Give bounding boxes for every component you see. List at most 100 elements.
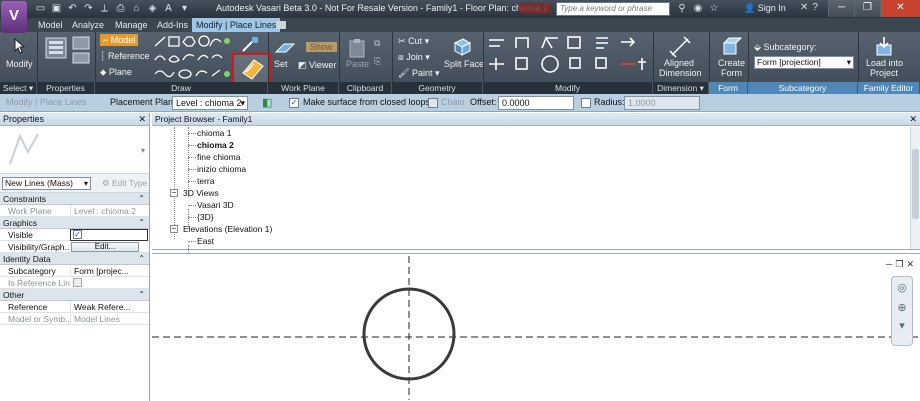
modify-button[interactable]: Modify <box>6 59 33 69</box>
draw-shapes-gallery[interactable] <box>152 34 236 80</box>
cut-button[interactable]: ✂ Cut ▾ <box>398 36 429 47</box>
tree-item-chioma-2[interactable]: chioma 2 <box>197 140 234 150</box>
binoculars-icon[interactable]: ⚲ <box>676 2 688 15</box>
create-form-icon[interactable] <box>720 35 742 57</box>
panel-select[interactable]: Select ▾ <box>0 82 37 94</box>
redo-icon[interactable]: ↷ <box>82 2 95 15</box>
property-row-subcategory: Subcategory Form [projec... <box>0 265 149 277</box>
offset-input[interactable]: 0.0000 <box>498 96 574 110</box>
tab-manage[interactable]: Manage <box>115 18 148 32</box>
viewer-button[interactable]: ◩ Viewer <box>298 60 336 71</box>
drawing-area[interactable]: ─ ❐ ✕ ◎ ⊕ ▾ <box>152 253 920 401</box>
close-icon[interactable]: ✕ <box>906 259 914 270</box>
search-input[interactable]: Type a keyword or phrase <box>556 2 670 16</box>
tree-item-vasari-3d[interactable]: Vasari 3D <box>197 200 234 210</box>
restore-icon[interactable]: ❐ <box>895 259 903 270</box>
family-types-icon[interactable] <box>72 52 90 64</box>
zoom-dropdown-icon[interactable]: ▾ <box>895 319 909 333</box>
tree-item-chioma-1[interactable]: chioma 1 <box>197 128 232 138</box>
tree-collapse-3d-views[interactable]: − <box>170 189 178 197</box>
tab-model[interactable]: Model <box>38 18 63 32</box>
subcategory-prop-value[interactable]: Form [projec... <box>70 265 148 277</box>
section-graphics[interactable]: Graphics ⌃ <box>0 217 149 229</box>
ribbon-minimize-button[interactable] <box>276 21 286 29</box>
tab-add-ins[interactable]: Add-Ins <box>157 18 188 32</box>
subscription-icon[interactable]: ◉ <box>692 2 704 15</box>
floor-plan-view[interactable] <box>152 254 920 401</box>
make-surface-checkbox[interactable]: ✓ <box>289 98 299 108</box>
minimize-icon[interactable]: ─ <box>886 259 892 270</box>
type-properties-icon[interactable] <box>72 36 90 50</box>
tab-analyze[interactable]: Analyze <box>72 18 104 32</box>
draw-model-line-button[interactable]: ⌐ Model <box>100 34 139 46</box>
save-icon[interactable]: ▣ <box>50 2 63 15</box>
properties-icon[interactable] <box>44 36 68 60</box>
undo-icon[interactable]: ↶ <box>66 2 79 15</box>
aligned-dimension-label-2[interactable]: Dimension <box>659 68 702 78</box>
exchange-icon[interactable]: ✕ <box>800 2 808 13</box>
visible-checkbox[interactable]: ✓ <box>73 230 82 239</box>
paint-button[interactable]: 🖌 Paint ▾ <box>398 68 440 79</box>
tree-item-inizio-chioma[interactable]: inizio chioma <box>197 164 246 174</box>
tree-item-elevations[interactable]: Elevations (Elevation 1) <box>183 224 272 234</box>
aligned-dimension-label-1[interactable]: Aligned <box>664 58 694 68</box>
application-menu-button[interactable]: V <box>1 1 27 33</box>
reference-value[interactable]: Weak Refere... <box>70 301 148 313</box>
viewer-label: Viewer <box>309 60 337 70</box>
steering-wheel-icon[interactable]: ◎ <box>895 281 909 295</box>
type-selector[interactable]: New Lines (Mass) <box>2 177 91 190</box>
close-icon[interactable]: ✕ <box>138 113 146 126</box>
draw-plane-button[interactable]: ⬥ Plane <box>100 67 132 78</box>
favorites-icon[interactable]: ☆ <box>708 2 720 15</box>
section-identity-label: Identity Data <box>3 254 51 264</box>
tree-item-fine-chioma[interactable]: fine chioma <box>197 152 240 162</box>
pick-lines-icon[interactable] <box>240 36 260 54</box>
tab-modify-place-lines[interactable]: Modify | Place Lines <box>192 18 281 32</box>
draw-reference-button[interactable]: ┊ Reference <box>100 51 149 62</box>
tree-collapse-elevations[interactable]: − <box>170 225 178 233</box>
split-face-label[interactable]: Split Face <box>444 59 484 69</box>
aligned-dimension-icon[interactable] <box>668 35 692 59</box>
sign-in-link[interactable]: 👤 Sign In <box>744 3 786 14</box>
set-button[interactable]: Set <box>274 59 288 69</box>
3d-view-icon[interactable]: ⌂ <box>130 2 143 15</box>
visibility-edit-button[interactable]: Edit... <box>71 242 139 252</box>
work-plane-viewer-icon[interactable]: ◧ <box>262 96 272 109</box>
section-constraints[interactable]: Constraints ⌃ <box>0 193 149 205</box>
minimize-icon[interactable]: ─ <box>828 0 854 17</box>
join-button[interactable]: ⧈ Join ▾ <box>398 52 430 63</box>
section-other[interactable]: Other ⌃ <box>0 289 149 301</box>
tree-item-3d[interactable]: {3D} <box>197 212 214 222</box>
panel-work-plane: Work Plane <box>268 82 339 94</box>
text-icon[interactable]: A <box>162 2 175 15</box>
pick-face-selected-highlight[interactable] <box>232 53 271 84</box>
placement-plane-dropdown[interactable]: Level : chioma 2 ▾ <box>172 96 248 110</box>
panel-dimension[interactable]: Dimension ▾ <box>653 82 709 94</box>
create-form-label-2[interactable]: Form <box>721 68 742 78</box>
section-identity-data[interactable]: Identity Data ⌃ <box>0 253 149 265</box>
open-icon[interactable]: ▭ <box>34 2 47 15</box>
load-into-project-icon[interactable] <box>873 35 895 57</box>
load-into-label-1[interactable]: Load into <box>866 58 903 68</box>
maximize-icon[interactable]: ❐ <box>854 0 880 17</box>
section-icon[interactable]: ◈ <box>146 2 159 15</box>
tree-item-east[interactable]: East <box>197 236 214 246</box>
tree-item-3d-views[interactable]: 3D Views <box>183 188 219 198</box>
print-icon[interactable]: ⎙ <box>114 2 127 15</box>
split-face-icon[interactable] <box>452 37 472 57</box>
scrollbar-thumb[interactable] <box>912 149 919 219</box>
measure-icon[interactable]: ⟂ <box>98 2 111 15</box>
radius-checkbox[interactable] <box>581 98 591 108</box>
qat-dropdown-icon[interactable]: ▾ <box>178 2 191 15</box>
close-icon[interactable]: ✕ <box>909 113 917 126</box>
load-into-label-2[interactable]: Project <box>870 68 898 78</box>
set-work-plane-icon[interactable] <box>274 40 296 56</box>
create-form-label-1[interactable]: Create <box>718 58 745 68</box>
close-icon[interactable]: ✕ <box>880 0 920 17</box>
property-row-is-reference: Is Reference Line <box>0 277 149 289</box>
zoom-icon[interactable]: ⊕ <box>895 301 909 315</box>
subcategory-dropdown[interactable]: Form [projection] ▾ <box>754 56 854 69</box>
help-icon[interactable]: ? <box>812 2 818 13</box>
tree-item-terra[interactable]: terra <box>197 176 214 186</box>
browser-scrollbar[interactable] <box>910 127 920 249</box>
